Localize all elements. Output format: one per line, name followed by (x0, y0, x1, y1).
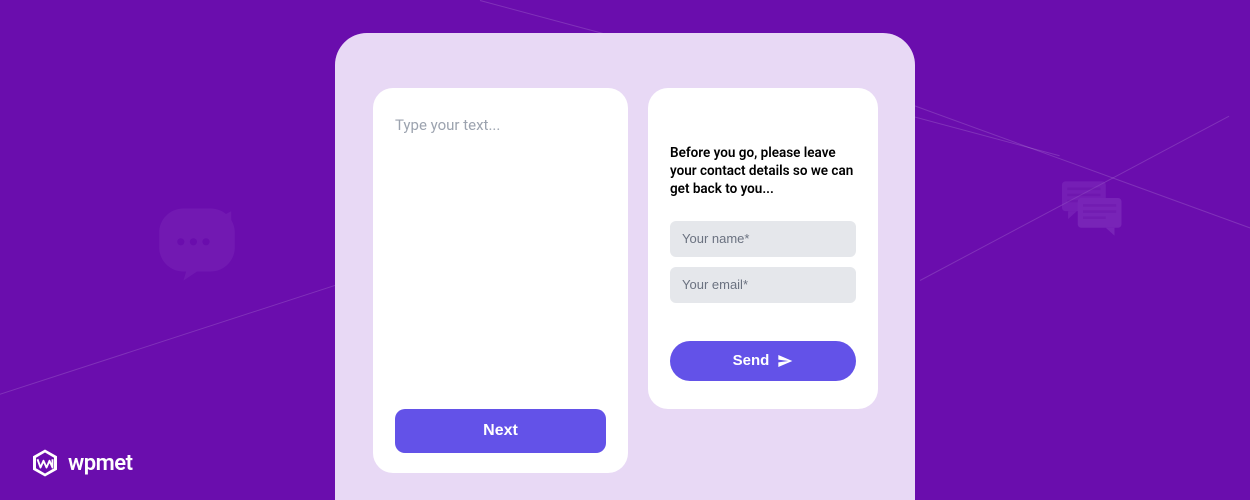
send-button[interactable]: Send (670, 341, 856, 381)
brand-logo: wpmet (30, 448, 132, 478)
text-input-card: Type your text... Next (373, 88, 628, 473)
brand-name: wpmet (68, 451, 132, 476)
send-button-label: Send (733, 352, 770, 369)
next-button[interactable]: Next (395, 409, 606, 453)
stacked-chat-icon (1055, 177, 1125, 242)
email-field[interactable] (670, 267, 856, 303)
wpmet-logo-icon (30, 448, 60, 478)
main-panel: Type your text... Next Before you go, pl… (335, 33, 915, 500)
paper-plane-icon (777, 353, 793, 369)
decorative-line (0, 271, 378, 411)
contact-form-card: Before you go, please leave your contact… (648, 88, 878, 409)
contact-form-heading: Before you go, please leave your contact… (670, 144, 856, 199)
name-field[interactable] (670, 221, 856, 257)
text-input-area[interactable]: Type your text... (395, 116, 606, 134)
chat-bubble-icon (152, 195, 242, 285)
